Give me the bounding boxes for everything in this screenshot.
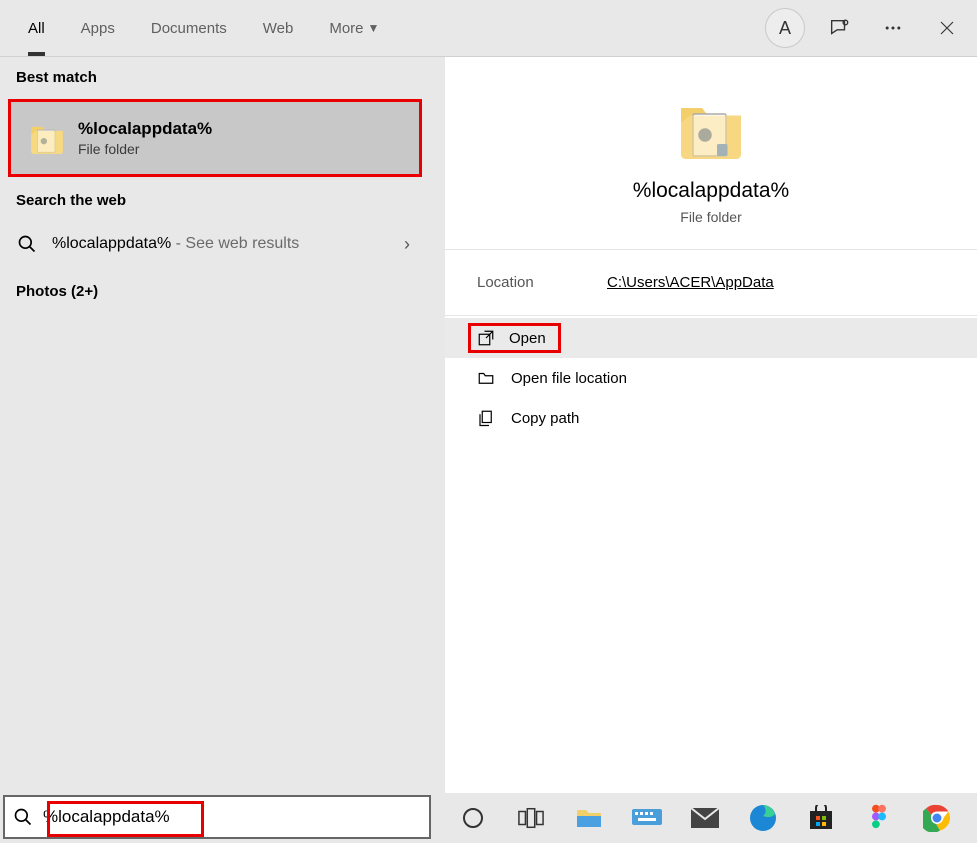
web-result[interactable]: %localappdata% - See web results › — [0, 219, 430, 269]
chevron-right-icon: › — [404, 234, 410, 255]
chevron-down-icon: ▼ — [368, 21, 380, 35]
action-copy-path[interactable]: Copy path — [445, 398, 977, 438]
taskbar-icons — [434, 801, 954, 835]
search-icon — [16, 233, 38, 255]
taskbar — [0, 793, 977, 843]
tab-documents[interactable]: Documents — [133, 0, 245, 56]
tab-more[interactable]: More ▼ — [311, 0, 397, 56]
open-icon — [477, 329, 495, 347]
action-open[interactable]: Open — [445, 318, 977, 358]
tab-apps[interactable]: Apps — [63, 0, 133, 56]
action-copy-path-label: Copy path — [511, 410, 579, 427]
mail-icon[interactable] — [688, 801, 722, 835]
more-icon[interactable] — [873, 8, 913, 48]
web-result-query: %localappdata% — [52, 235, 171, 252]
tab-all[interactable]: All — [10, 0, 63, 56]
keyboard-icon[interactable] — [630, 801, 664, 835]
best-match-title: %localappdata% — [78, 119, 212, 139]
best-match-text: %localappdata% File folder — [78, 119, 212, 157]
feedback-icon[interactable] — [819, 8, 859, 48]
close-icon[interactable] — [927, 8, 967, 48]
edge-icon[interactable] — [746, 801, 780, 835]
copy-icon — [477, 409, 495, 427]
task-view-icon[interactable] — [514, 801, 548, 835]
web-result-text: %localappdata% - See web results — [52, 235, 299, 253]
chrome-icon[interactable] — [920, 801, 954, 835]
location-value[interactable]: C:\Users\ACER\AppData — [607, 274, 774, 291]
results-pane: Best match %localappdata% File folder Se… — [0, 57, 430, 793]
action-open-file-location-label: Open file location — [511, 370, 627, 387]
top-tab-bar: All Apps Documents Web More ▼ A — [0, 0, 977, 57]
location-row: Location C:\Users\ACER\AppData — [445, 250, 977, 316]
preview-actions: Open Open file location Copy path — [445, 316, 977, 440]
photos-label[interactable]: Photos (2+) — [0, 269, 430, 314]
preview-title: %localappdata% — [633, 179, 789, 203]
preview-subtitle: File folder — [680, 209, 741, 225]
filter-tabs: All Apps Documents Web More ▼ — [10, 0, 397, 56]
preview-header: %localappdata% File folder — [445, 57, 977, 250]
explorer-icon[interactable] — [572, 801, 606, 835]
avatar[interactable]: A — [765, 8, 805, 48]
search-web-label: Search the web — [0, 180, 430, 219]
tab-more-label: More — [329, 20, 363, 37]
taskbar-search[interactable] — [3, 795, 431, 839]
top-right-controls: A — [765, 8, 967, 48]
folder-icon-large — [675, 93, 747, 165]
store-icon[interactable] — [804, 801, 838, 835]
action-open-label: Open — [509, 330, 546, 347]
cortana-icon[interactable] — [456, 801, 490, 835]
best-match-result[interactable]: %localappdata% File folder — [8, 99, 422, 177]
tab-web[interactable]: Web — [245, 0, 312, 56]
preview-pane: %localappdata% File folder Location C:\U… — [445, 57, 977, 793]
search-input[interactable] — [35, 807, 423, 827]
best-match-subtitle: File folder — [78, 141, 212, 157]
action-open-file-location[interactable]: Open file location — [445, 358, 977, 398]
web-result-suffix: - See web results — [171, 235, 299, 252]
best-match-label: Best match — [0, 57, 430, 96]
location-label: Location — [477, 274, 607, 291]
folder-outline-icon — [477, 369, 495, 387]
search-icon — [11, 807, 35, 827]
folder-icon — [28, 119, 66, 157]
figma-icon[interactable] — [862, 801, 896, 835]
